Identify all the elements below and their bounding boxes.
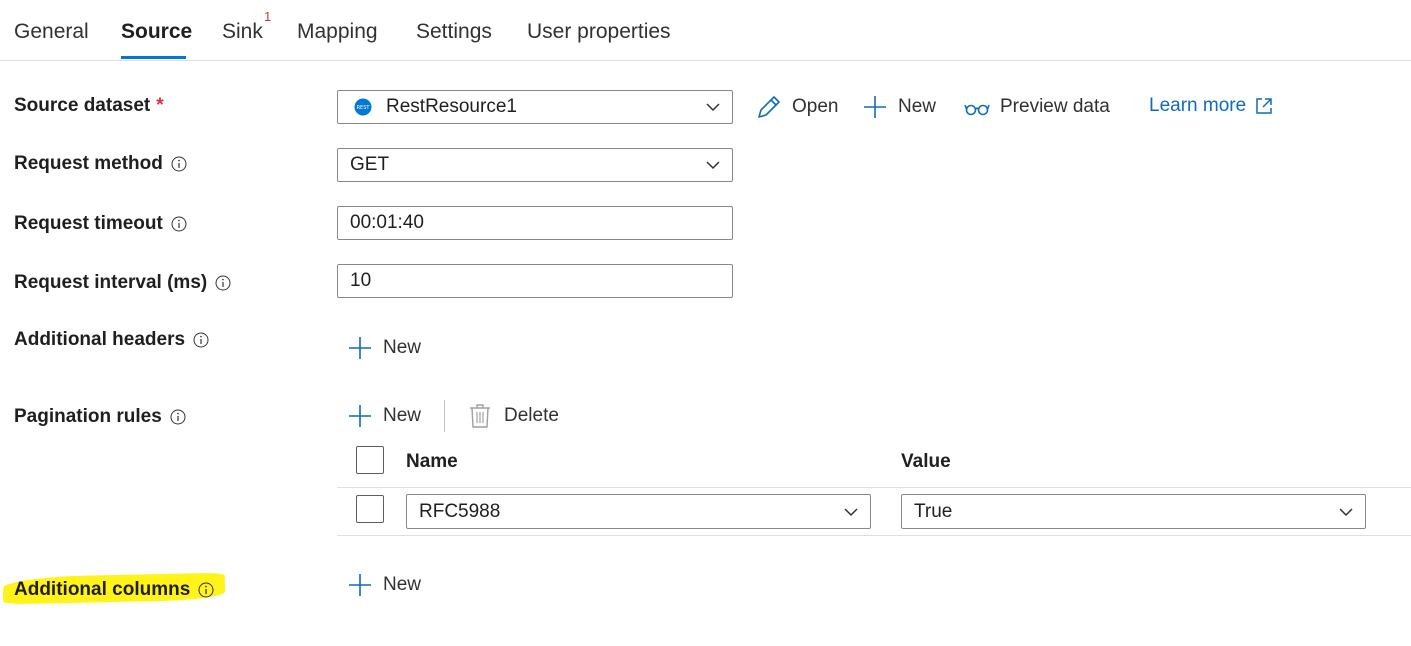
add-pagination-rule-label: New [383, 405, 422, 426]
info-icon[interactable] [171, 156, 187, 172]
request-interval-value: 10 [350, 270, 372, 291]
add-header-button[interactable]: New [347, 335, 421, 361]
source-dataset-label: Source dataset * [14, 95, 164, 117]
request-method-select[interactable]: GET [337, 148, 733, 182]
request-interval-input[interactable]: 10 [337, 264, 733, 298]
toolbar-divider [444, 400, 445, 432]
request-method-value: GET [350, 154, 390, 175]
sink-error-badge: 1 [264, 9, 272, 24]
pagination-rules-label: Pagination rules [14, 406, 186, 428]
tab-user-properties[interactable]: User properties [527, 20, 671, 44]
chevron-down-icon [706, 103, 720, 112]
external-link-icon [1256, 98, 1272, 114]
add-column-button[interactable]: New [347, 572, 421, 598]
source-dataset-select[interactable]: REST RestResource1 [337, 90, 733, 124]
active-tab-indicator [121, 56, 186, 59]
additional-columns-label-text: Additional columns [14, 579, 191, 600]
tab-mapping[interactable]: Mapping [297, 20, 378, 44]
request-interval-label-text: Request interval (ms) [14, 272, 208, 293]
info-icon[interactable] [170, 409, 186, 425]
info-icon[interactable] [193, 332, 209, 348]
tab-source[interactable]: Source [121, 20, 192, 44]
additional-headers-label: Additional headers [14, 329, 209, 351]
open-label: Open [792, 96, 839, 117]
request-interval-label: Request interval (ms) [14, 272, 231, 294]
pagination-value-value: True [914, 500, 953, 522]
request-method-label-text: Request method [14, 153, 163, 174]
chevron-down-icon [1339, 507, 1353, 516]
tab-sink[interactable]: Sink [222, 20, 263, 44]
source-dataset-label-text: Source dataset [14, 95, 151, 116]
add-column-label: New [383, 574, 422, 595]
rest-dataset-icon: REST [354, 98, 372, 116]
new-label: New [898, 96, 937, 117]
request-timeout-input[interactable]: 00:01:40 [337, 206, 733, 240]
add-header-label: New [383, 337, 422, 358]
plus-icon [864, 96, 886, 118]
delete-label: Delete [504, 405, 559, 426]
row-checkbox[interactable] [356, 495, 384, 523]
pagination-name-select[interactable]: RFC5988 [406, 494, 871, 529]
info-icon[interactable] [215, 275, 231, 291]
table-row-divider [337, 535, 1411, 536]
trash-icon [470, 404, 490, 428]
learn-more-label: Learn more [1149, 95, 1247, 116]
glasses-icon [964, 104, 990, 116]
preview-data-button[interactable]: Preview data [964, 94, 1110, 120]
tab-general[interactable]: General [14, 20, 89, 44]
column-header-name: Name [406, 451, 458, 472]
additional-columns-label: Additional columns [14, 579, 214, 601]
pagination-value-select[interactable]: True [901, 494, 1366, 529]
request-timeout-label-text: Request timeout [14, 213, 163, 234]
plus-icon [349, 337, 371, 359]
plus-icon [349, 574, 371, 596]
additional-headers-label-text: Additional headers [14, 329, 186, 350]
svg-text:REST: REST [357, 105, 371, 111]
table-header-divider [337, 487, 1411, 488]
required-mark: * [156, 95, 164, 116]
learn-more-link[interactable]: Learn more [1149, 95, 1274, 117]
tab-bar: General Source Sink 1 Mapping Settings U… [0, 0, 1411, 61]
pagination-rules-label-text: Pagination rules [14, 406, 162, 427]
select-all-checkbox[interactable] [356, 446, 384, 474]
info-icon[interactable] [171, 216, 187, 232]
request-timeout-value: 00:01:40 [350, 212, 424, 233]
request-method-label: Request method [14, 153, 187, 175]
chevron-down-icon [844, 507, 858, 516]
source-dataset-value: RestResource1 [386, 96, 517, 117]
tab-settings[interactable]: Settings [416, 20, 492, 44]
plus-icon [349, 405, 371, 427]
column-header-value: Value [901, 451, 951, 472]
new-dataset-button[interactable]: New [862, 94, 936, 120]
info-icon[interactable] [198, 582, 214, 598]
request-timeout-label: Request timeout [14, 213, 187, 235]
pagination-name-value: RFC5988 [419, 500, 501, 522]
pencil-icon [758, 96, 780, 118]
chevron-down-icon [706, 161, 720, 170]
open-dataset-button[interactable]: Open [756, 94, 838, 120]
preview-data-label: Preview data [1000, 96, 1110, 117]
delete-pagination-rule-button[interactable]: Delete [468, 403, 559, 429]
add-pagination-rule-button[interactable]: New [347, 403, 421, 429]
